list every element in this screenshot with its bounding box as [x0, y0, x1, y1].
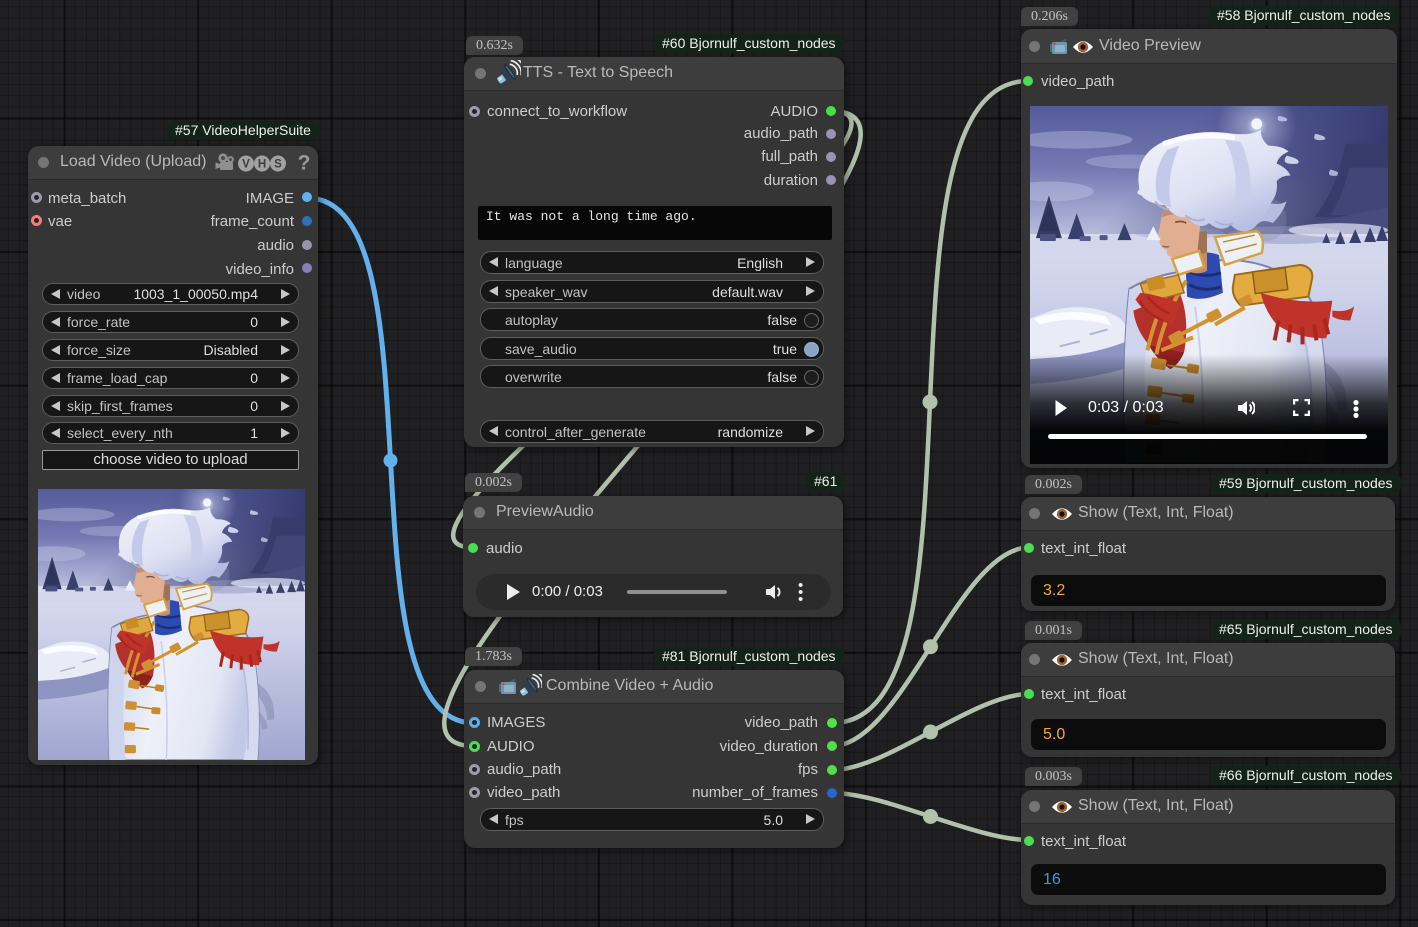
- svg-text:V: V: [242, 158, 250, 170]
- svg-text:H: H: [258, 158, 266, 170]
- svg-text:?: ?: [298, 153, 310, 174]
- svg-text:S: S: [274, 158, 282, 170]
